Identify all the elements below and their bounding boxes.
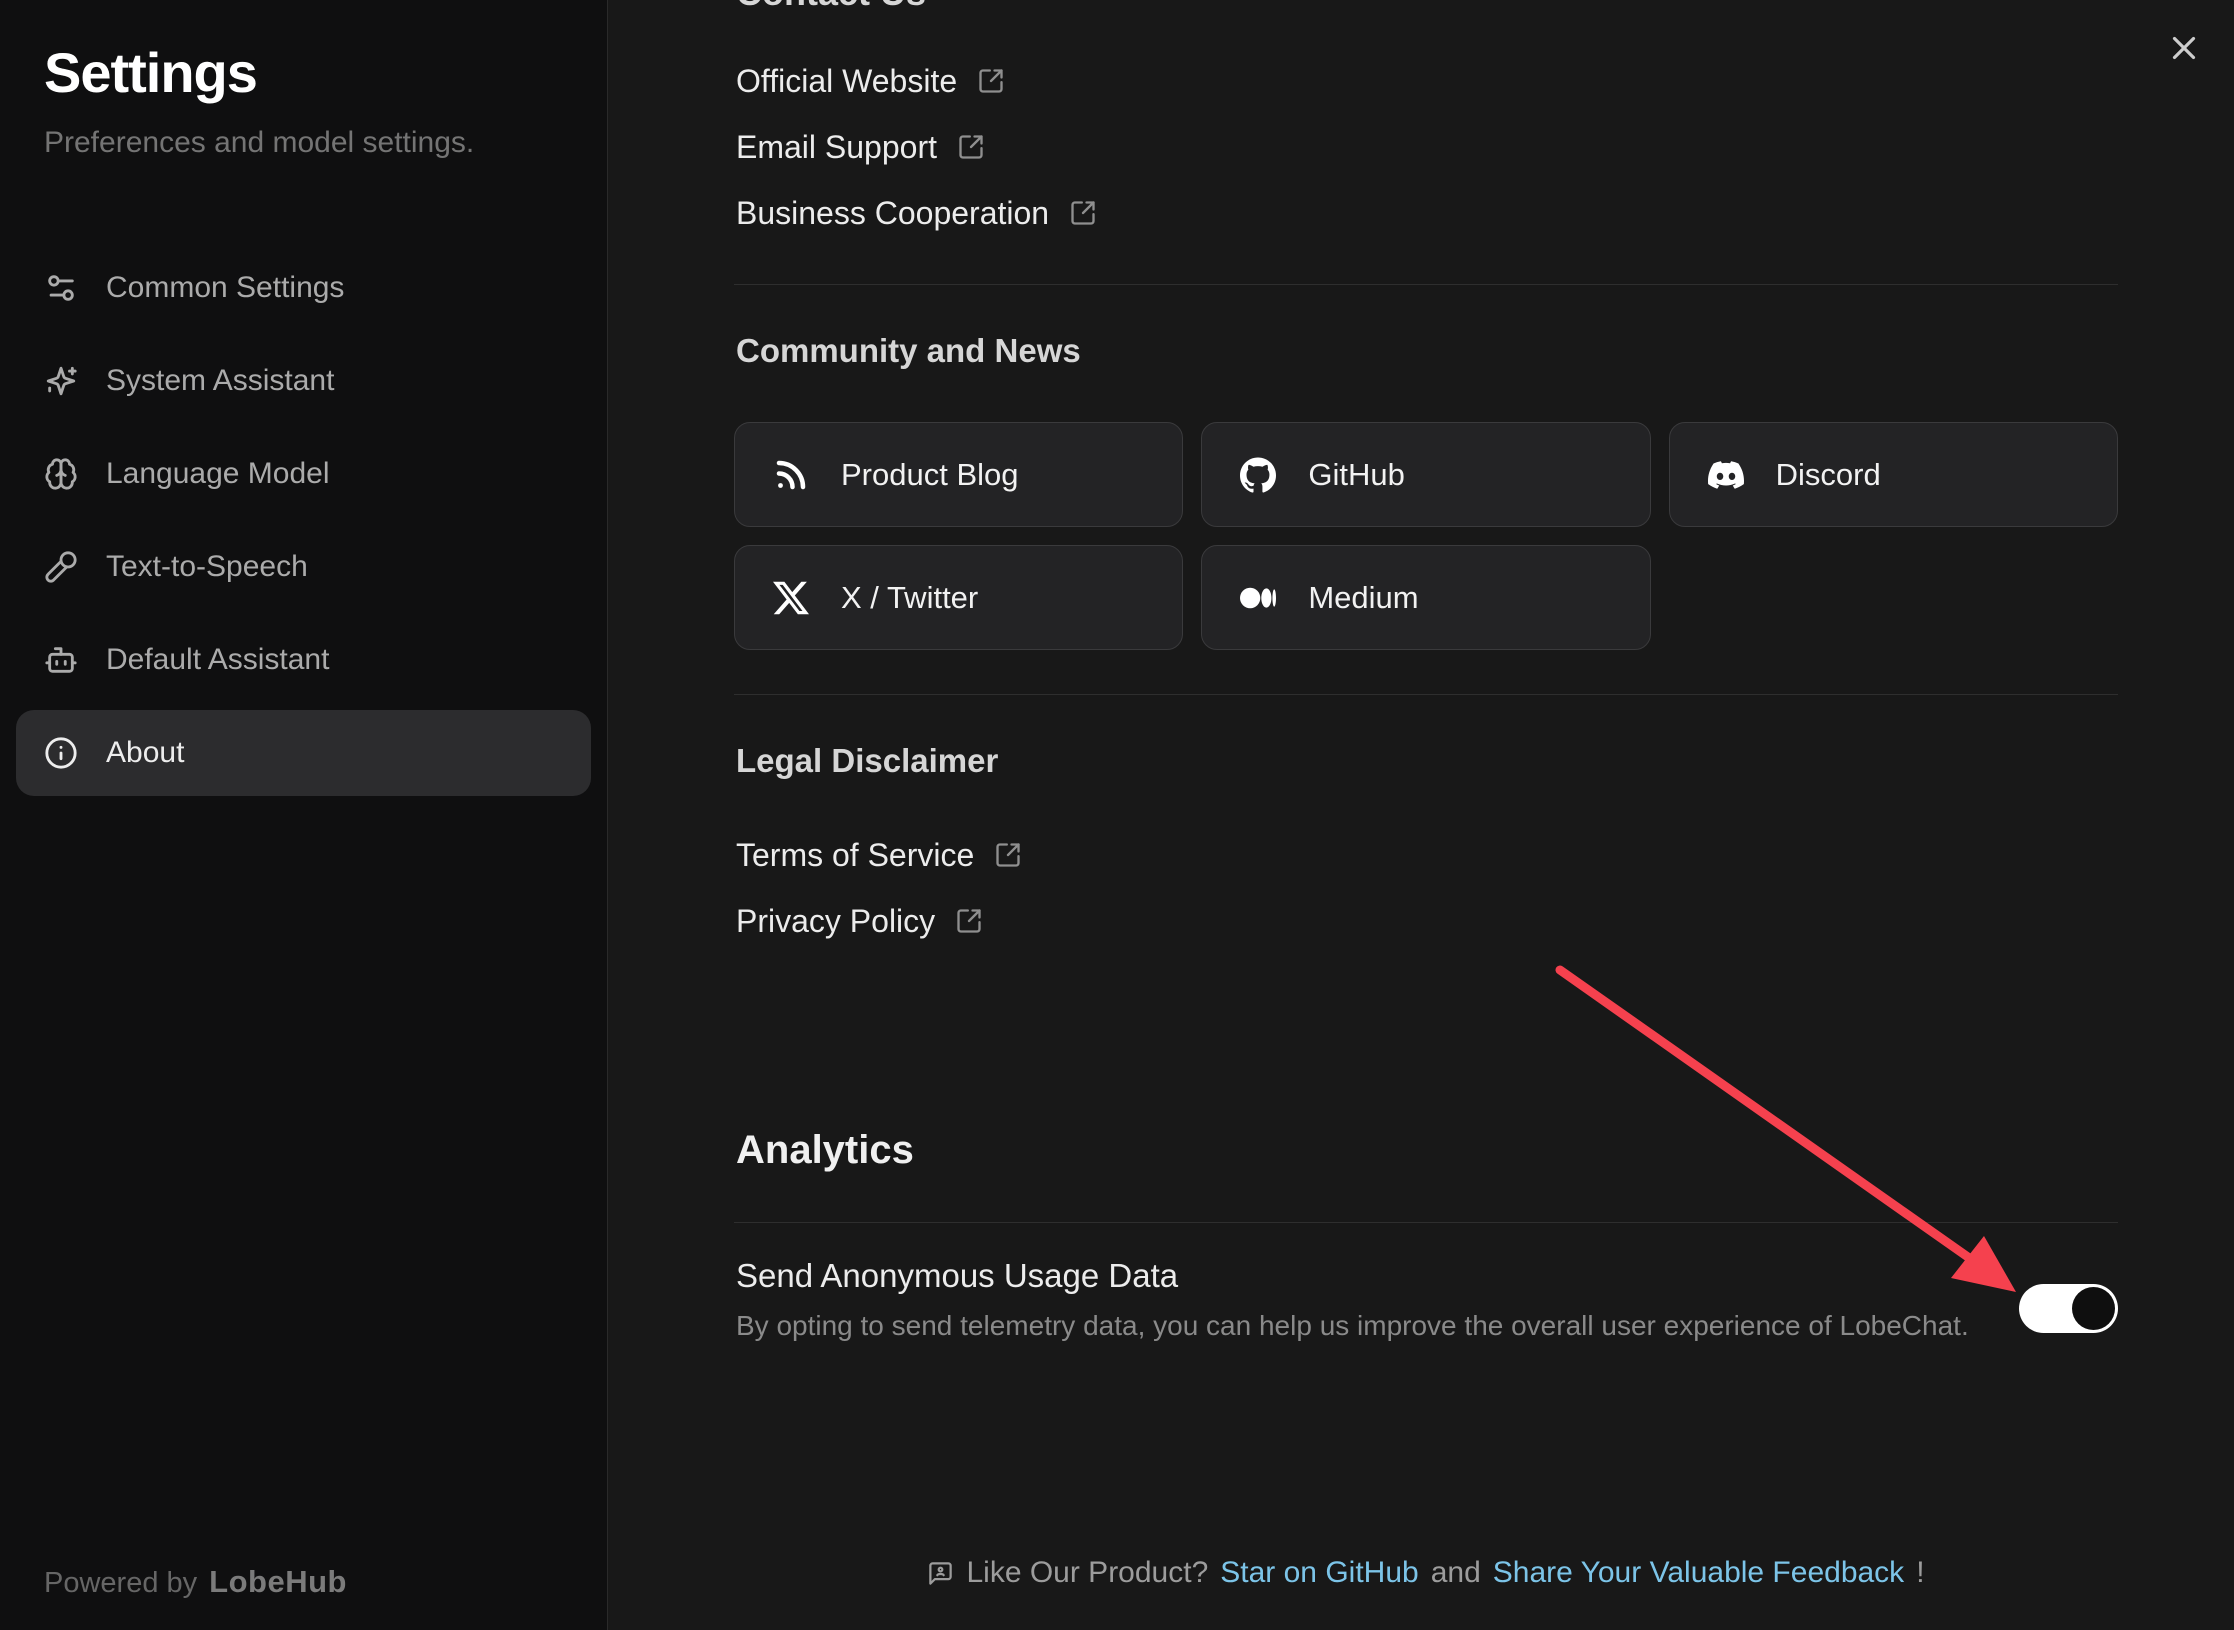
sidebar-item-common-settings[interactable]: Common Settings [16, 245, 591, 331]
product-blog-button[interactable]: Product Blog [734, 422, 1183, 527]
github-button[interactable]: GitHub [1201, 422, 1650, 527]
sidebar-item-language-model[interactable]: Language Model [16, 431, 591, 517]
section-divider [734, 284, 2118, 285]
close-icon [2165, 29, 2203, 67]
footer-text: and [1431, 1556, 1481, 1590]
sidebar-item-label: Common Settings [106, 271, 344, 305]
link-label: Email Support [736, 129, 937, 166]
powered-by: Powered by LobeHub [44, 1564, 347, 1600]
section-divider [734, 1222, 2118, 1223]
privacy-policy-link[interactable]: Privacy Policy [736, 898, 983, 944]
email-support-link[interactable]: Email Support [736, 124, 985, 170]
x-twitter-button[interactable]: X / Twitter [734, 545, 1183, 650]
link-label: Terms of Service [736, 837, 974, 874]
link-label: Privacy Policy [736, 903, 935, 940]
sidebar-item-text-to-speech[interactable]: Text-to-Speech [16, 524, 591, 610]
star-on-github-link[interactable]: Star on GitHub [1220, 1556, 1418, 1590]
button-label: Discord [1776, 457, 1881, 493]
official-website-link[interactable]: Official Website [736, 58, 1005, 104]
sidebar-item-label: System Assistant [106, 364, 334, 398]
bot-icon [44, 643, 78, 677]
external-link-icon [994, 841, 1022, 869]
microphone-icon [44, 550, 78, 584]
community-buttons-row-1: Product Blog GitHub Discord [734, 422, 2118, 527]
footer-text: ! [1916, 1556, 1924, 1590]
lobehub-brand[interactable]: LobeHub [209, 1564, 347, 1600]
terms-of-service-link[interactable]: Terms of Service [736, 832, 1022, 878]
rss-icon [773, 457, 809, 493]
external-link-icon [957, 133, 985, 161]
sidebar-item-system-assistant[interactable]: System Assistant [16, 338, 591, 424]
external-link-icon [955, 907, 983, 935]
page-subtitle: Preferences and model settings. [44, 126, 474, 160]
button-label: X / Twitter [841, 580, 978, 616]
legal-heading: Legal Disclaimer [736, 742, 998, 780]
footer-text: Like Our Product? [966, 1556, 1208, 1590]
button-label: GitHub [1308, 457, 1404, 493]
button-label: Medium [1308, 580, 1418, 616]
sidebar-item-about[interactable]: About [16, 710, 591, 796]
powered-by-prefix: Powered by [44, 1567, 197, 1600]
sidebar-item-label: About [106, 736, 184, 770]
toggle-knob [2072, 1287, 2115, 1330]
contact-us-heading: Contact Us [736, 0, 926, 14]
sliders-icon [44, 271, 78, 305]
business-cooperation-link[interactable]: Business Cooperation [736, 190, 1097, 236]
sidebar-item-default-assistant[interactable]: Default Assistant [16, 617, 591, 703]
footer: Like Our Product? Star on GitHub and Sha… [734, 1556, 2118, 1590]
discord-icon [1708, 457, 1744, 493]
analytics-heading: Analytics [736, 1128, 914, 1173]
settings-nav: Common Settings System Assistant Languag… [16, 245, 591, 796]
community-heading: Community and News [736, 332, 1081, 370]
link-label: Official Website [736, 63, 957, 100]
community-buttons-row-2: X / Twitter Medium [734, 545, 2118, 650]
feedback-bubble-icon [927, 1560, 954, 1587]
section-divider [734, 694, 2118, 695]
sidebar-item-label: Default Assistant [106, 643, 329, 677]
close-button[interactable] [2162, 26, 2206, 70]
brain-icon [44, 457, 78, 491]
medium-icon [1240, 580, 1276, 616]
button-label: Product Blog [841, 457, 1019, 493]
link-label: Business Cooperation [736, 195, 1049, 232]
info-icon [44, 736, 78, 770]
x-twitter-icon [773, 580, 809, 616]
external-link-icon [1069, 199, 1097, 227]
discord-button[interactable]: Discord [1669, 422, 2118, 527]
sidebar-item-label: Text-to-Speech [106, 550, 308, 584]
settings-sidebar: Settings Preferences and model settings.… [0, 0, 608, 1630]
send-usage-data-description: By opting to send telemetry data, you ca… [736, 1310, 1969, 1342]
about-settings-panel: Contact Us Official Website Email Suppor… [608, 0, 2234, 1630]
about-content: Contact Us Official Website Email Suppor… [734, 0, 2118, 1630]
external-link-icon [977, 67, 1005, 95]
send-usage-data-toggle[interactable] [2019, 1284, 2118, 1333]
share-feedback-link[interactable]: Share Your Valuable Feedback [1493, 1556, 1904, 1590]
page-title: Settings [44, 40, 257, 105]
sparkles-icon [44, 364, 78, 398]
send-usage-data-label: Send Anonymous Usage Data [736, 1257, 1178, 1295]
github-icon [1240, 457, 1276, 493]
medium-button[interactable]: Medium [1201, 545, 1650, 650]
sidebar-item-label: Language Model [106, 457, 330, 491]
